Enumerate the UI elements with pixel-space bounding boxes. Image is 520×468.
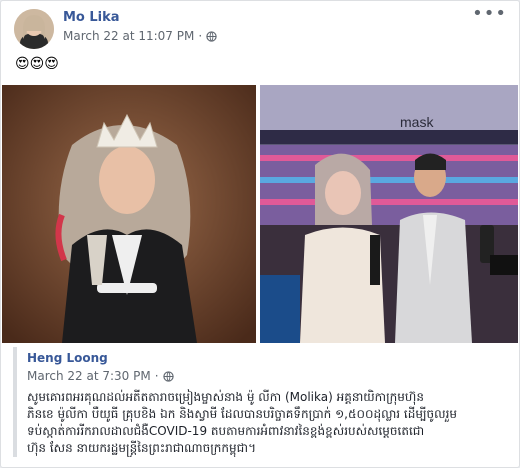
- post-meta: March 22 at 11:07 PM ·: [63, 29, 217, 43]
- photo-grid: mask: [1, 85, 519, 343]
- shared-post-timestamp[interactable]: March 22 at 7:30 PM: [27, 369, 151, 383]
- shared-post-line: សូមគោរពអរគុណដល់អតីតតារាចម្រៀងម្ចាស់នាង ម…: [27, 390, 424, 404]
- meta-separator: ·: [198, 29, 203, 43]
- post-timestamp[interactable]: March 22 at 11:07 PM: [63, 29, 194, 43]
- globe-icon[interactable]: [162, 370, 174, 382]
- shared-post-line: ទប់ស្កាត់ការរីករាលដាលជំងឺCOVID-19 តបតាមក…: [27, 424, 425, 438]
- shared-post-line: ហ៊ុន សែន នាយករដ្ឋមន្ត្រីនៃព្រះរាជាណាចក្រ…: [27, 441, 256, 455]
- meta-separator: ·: [154, 369, 159, 383]
- more-options-icon[interactable]: •••: [472, 5, 507, 23]
- feed-post: Mo Lika March 22 at 11:07 PM · ••• 😍😍😍 m…: [0, 0, 520, 468]
- shared-post-text: សូមគោរពអរគុណដល់អតីតតារាចម្រៀងម្ចាស់នាង ម…: [27, 389, 505, 457]
- avatar[interactable]: [14, 9, 54, 49]
- shared-post-author[interactable]: Heng Loong: [27, 351, 108, 365]
- shared-post: Heng Loong March 22 at 7:30 PM · សូមគោរព…: [13, 347, 509, 457]
- post-author[interactable]: Mo Lika: [63, 10, 120, 25]
- globe-icon[interactable]: [206, 30, 217, 42]
- photo-right[interactable]: mask: [260, 85, 518, 343]
- store-sign: mask: [400, 114, 434, 130]
- post-text: 😍😍😍: [15, 56, 59, 72]
- shared-post-meta: March 22 at 7:30 PM ·: [27, 369, 174, 383]
- photo-left[interactable]: [2, 85, 256, 343]
- shared-post-line: ភិនខេ ម៉ូលីកា បឺយូធី គ្រុបខិង ឯក និងស្វា…: [27, 407, 458, 421]
